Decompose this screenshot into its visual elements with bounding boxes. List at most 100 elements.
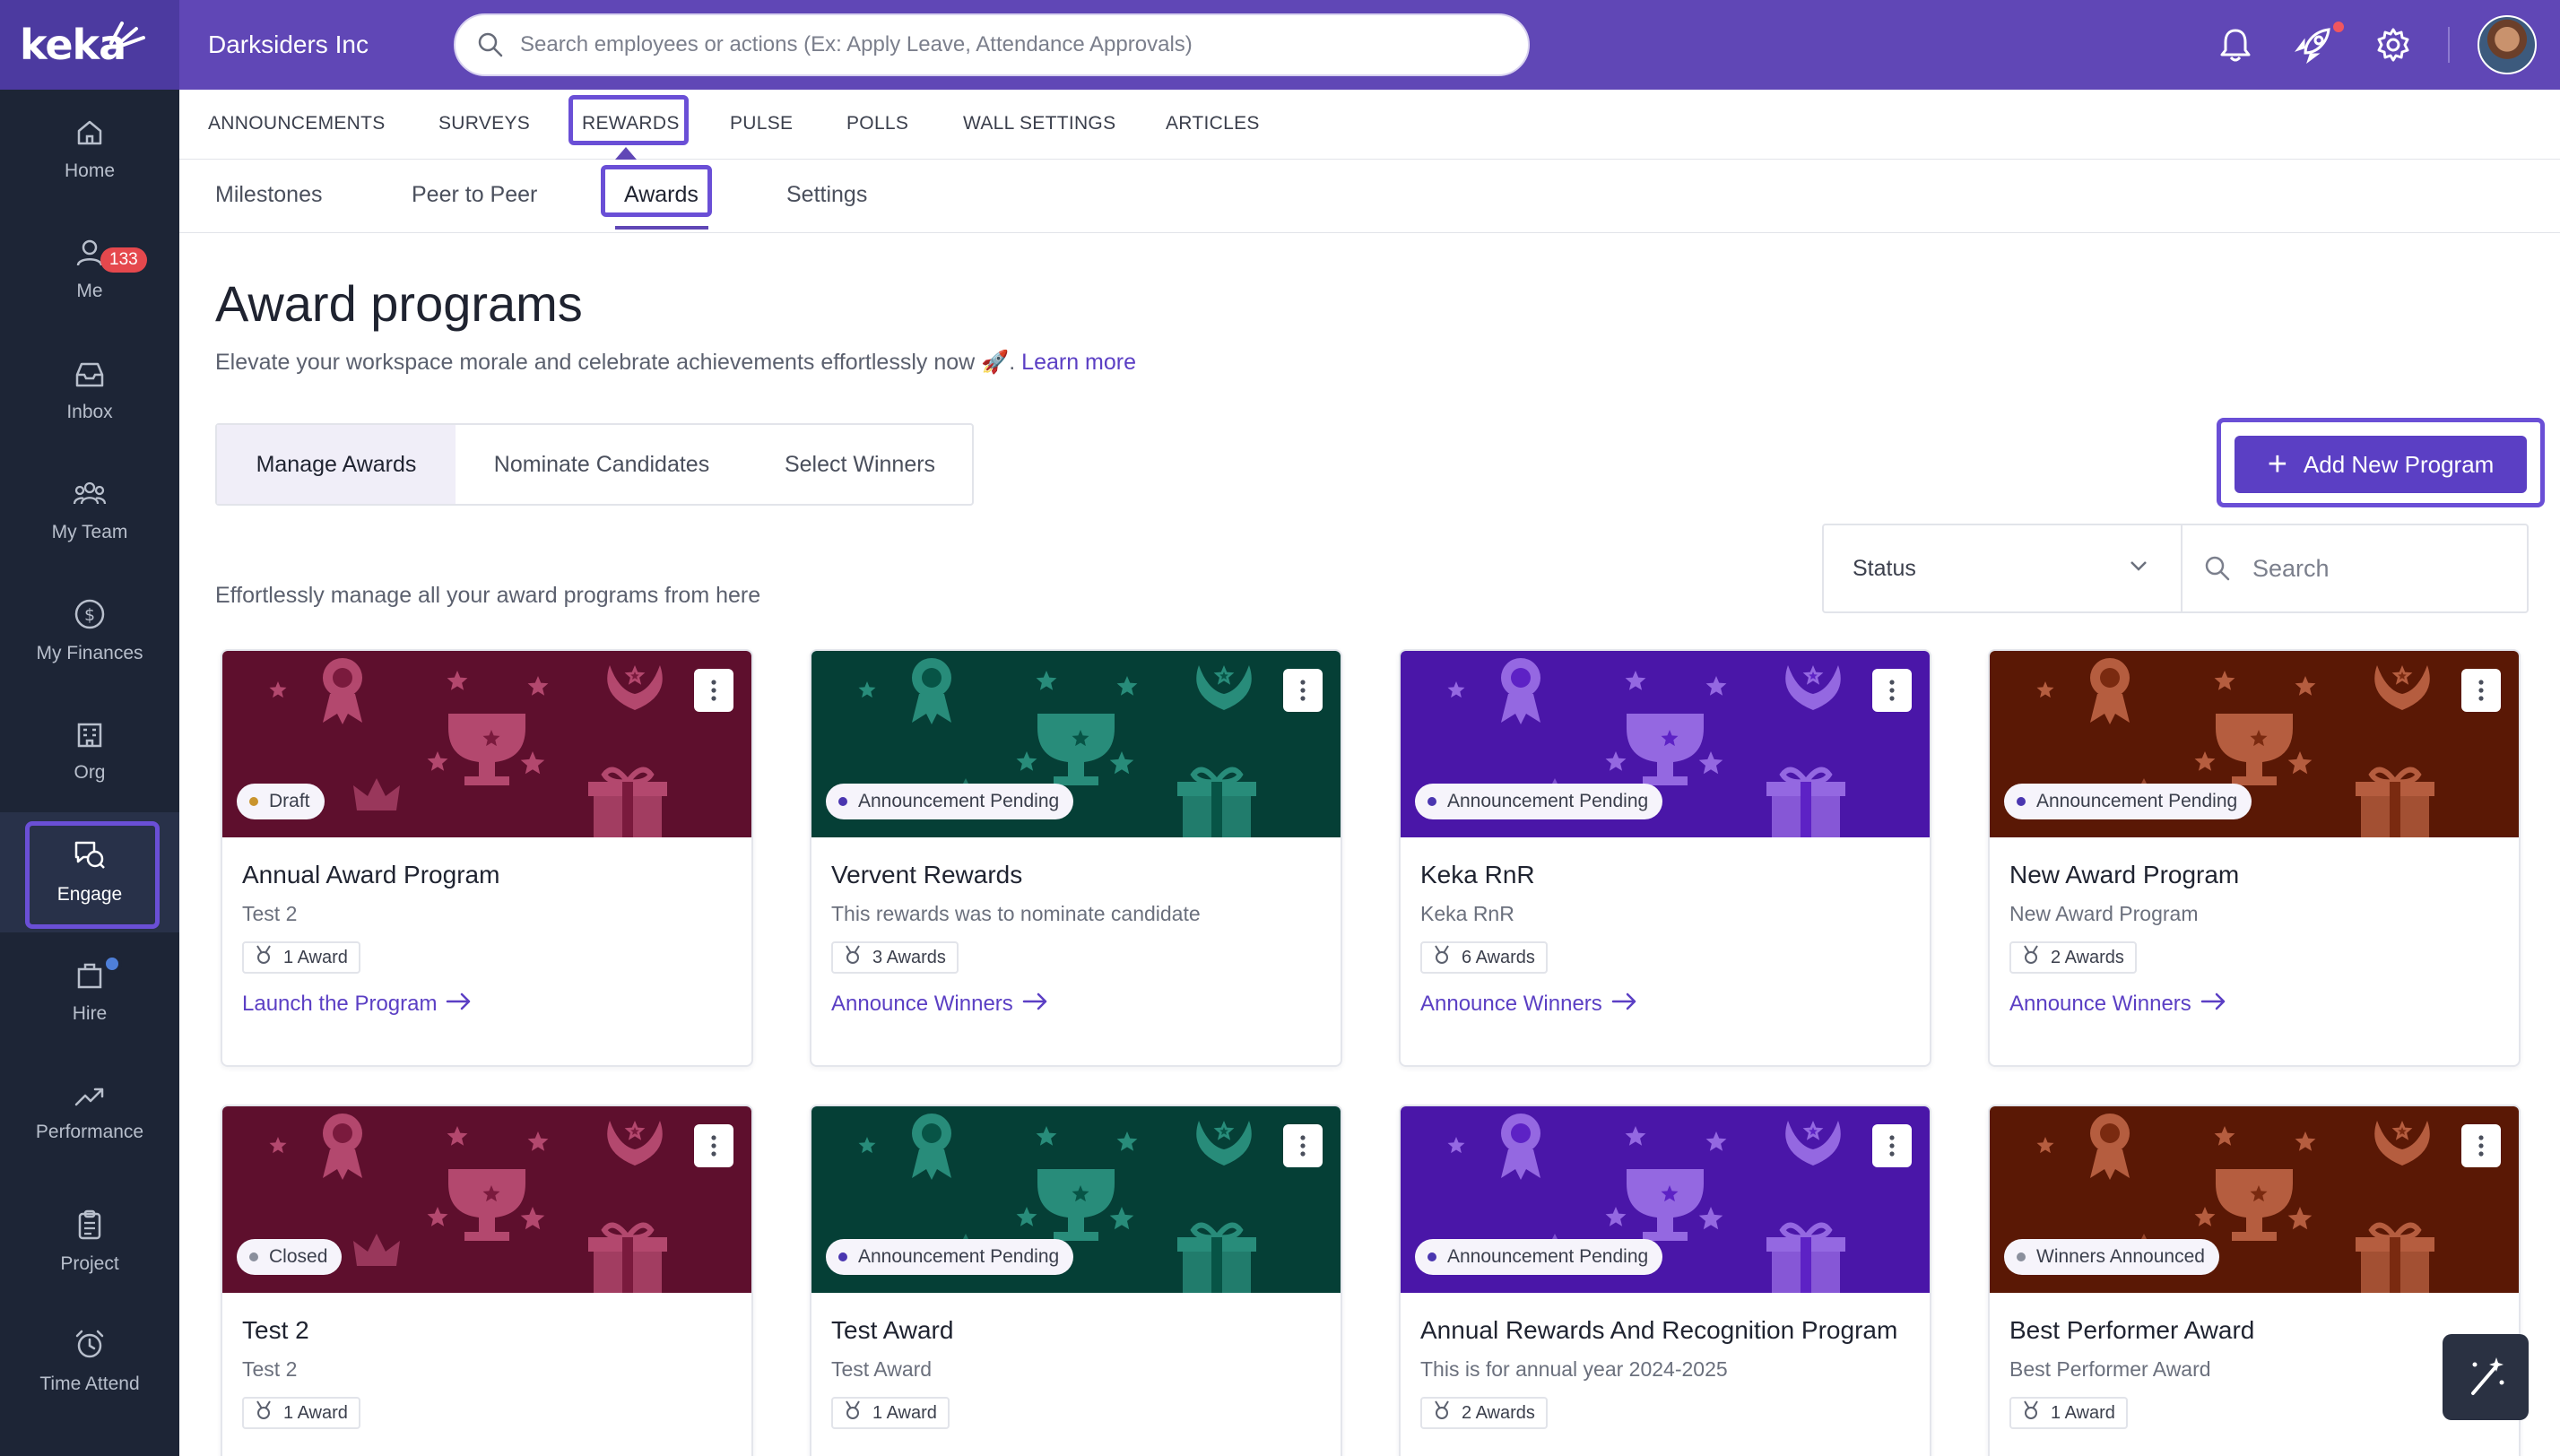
sidebar-item-label: Me xyxy=(76,281,103,301)
global-search-input[interactable]: Search employees or actions (Ex: Apply L… xyxy=(454,13,1530,76)
card-action-link[interactable]: Announce Winners xyxy=(831,992,1049,1017)
status-dot xyxy=(2017,1252,2026,1261)
tab-polls[interactable]: POLLS xyxy=(846,113,908,134)
status-badge: Winners Announced xyxy=(2004,1239,2219,1275)
award-program-card[interactable]: Announcement Pending Vervent Rewards This … xyxy=(810,649,1342,1067)
sidebar-item-label: Inbox xyxy=(66,402,113,422)
page-title: Award programs xyxy=(215,275,583,332)
engage-highlight xyxy=(25,821,160,929)
sidebar-item-hire[interactable]: Hire xyxy=(0,932,179,1053)
card-menu-kebab-icon[interactable] xyxy=(1283,1124,1323,1167)
card-action-link[interactable]: Announce Winners xyxy=(1420,992,1638,1017)
award-count-chip: 6 Awards xyxy=(1420,941,1548,974)
card-action-link[interactable]: Announce Winners xyxy=(2009,992,2227,1017)
card-menu-kebab-icon[interactable] xyxy=(2461,669,2501,712)
ai-assistant-button[interactable] xyxy=(2443,1334,2529,1420)
manage-note: Effortlessly manage all your award progr… xyxy=(215,583,761,608)
card-menu-kebab-icon[interactable] xyxy=(1872,669,1912,712)
sidebar-item-project[interactable]: Project xyxy=(0,1182,179,1302)
award-count-chip: 3 Awards xyxy=(831,941,959,974)
add-new-program-button[interactable]: + Add New Program xyxy=(2235,436,2527,493)
award-count: 1 Award xyxy=(283,1402,348,1423)
program-search-input[interactable]: Search xyxy=(2184,525,2527,611)
segment-select-winners[interactable]: Select Winners xyxy=(748,425,972,504)
card-title: Best Performer Award xyxy=(2009,1316,2255,1344)
sidebar-item-label: Hire xyxy=(72,1003,108,1024)
briefcase-icon xyxy=(77,963,102,989)
award-program-card[interactable]: Announcement Pending Keka RnR Keka RnR 6 Aw… xyxy=(1399,649,1931,1067)
clipboard-icon xyxy=(78,1209,101,1240)
chevron-down-icon xyxy=(2130,561,2147,571)
award-program-card[interactable]: Announcement Pending New Award Program New… xyxy=(1988,649,2521,1067)
tab-announcements[interactable]: ANNOUNCEMENTS xyxy=(208,113,386,134)
tab-surveys[interactable]: SURVEYS xyxy=(438,113,530,134)
arrow-right-icon xyxy=(1022,992,1049,1017)
sidebar-item-me[interactable]: Me xyxy=(0,210,179,330)
status-filter-label: Status xyxy=(1853,555,1916,581)
card-menu-kebab-icon[interactable] xyxy=(694,669,733,712)
medal-icon xyxy=(844,1400,862,1426)
sidebar-item-org[interactable]: Org xyxy=(0,691,179,811)
sidebar-item-performance[interactable]: Performance xyxy=(0,1053,179,1173)
sidebar-item-label: My Finances xyxy=(36,643,143,663)
inbox-count-badge: 133 xyxy=(100,247,147,273)
hire-status-dot xyxy=(102,954,122,974)
segment-nominate-candidates[interactable]: Nominate Candidates xyxy=(456,425,748,504)
tab-wall-settings[interactable]: WALL SETTINGS xyxy=(963,113,1115,134)
award-program-card[interactable]: Winners Announced Best Performer Award Bes… xyxy=(1988,1105,2521,1456)
card-description: Keka RnR xyxy=(1420,902,1514,925)
sidebar-item-my-team[interactable]: My Team xyxy=(0,451,179,571)
status-label: Announcement Pending xyxy=(858,1246,1060,1267)
plus-icon: + xyxy=(2267,445,2287,483)
awards-subtab-underline xyxy=(615,226,708,230)
card-action-link[interactable]: Launch the Program xyxy=(242,992,473,1017)
tab-articles[interactable]: ARTICLES xyxy=(1166,113,1260,134)
notifications-icon[interactable] xyxy=(2214,23,2257,66)
award-count-chip: 2 Awards xyxy=(2009,941,2137,974)
rewards-tab-highlight xyxy=(568,95,689,145)
status-badge: Announcement Pending xyxy=(826,784,1074,819)
subtab-settings[interactable]: Settings xyxy=(786,182,867,208)
award-count-chip: 1 Award xyxy=(831,1397,950,1429)
card-title: Test 2 xyxy=(242,1316,309,1344)
top-bar: keka Darksiders Inc Search employees or … xyxy=(0,0,2560,90)
status-badge: Announcement Pending xyxy=(1415,784,1663,819)
status-filter-select[interactable]: Status xyxy=(1824,525,2183,611)
award-program-card[interactable]: Announcement Pending Annual Rewards And R… xyxy=(1399,1105,1931,1456)
logo[interactable]: keka xyxy=(0,0,179,90)
search-icon xyxy=(2205,556,2230,581)
subtab-milestones[interactable]: Milestones xyxy=(215,182,323,208)
learn-more-link[interactable]: Learn more xyxy=(1021,350,1136,375)
settings-gear-icon[interactable] xyxy=(2372,23,2415,66)
medal-icon xyxy=(2022,1400,2040,1426)
user-avatar[interactable] xyxy=(2478,15,2537,74)
card-menu-kebab-icon[interactable] xyxy=(2461,1124,2501,1167)
building-icon xyxy=(77,723,102,748)
card-menu-kebab-icon[interactable] xyxy=(694,1124,733,1167)
engage-tabs: ANNOUNCEMENTS SURVEYS REWARDS PULSE POLL… xyxy=(179,90,2560,160)
card-action-label: Announce Winners xyxy=(1420,992,1602,1016)
sidebar-item-time-attend[interactable]: Time Attend xyxy=(0,1302,179,1422)
award-program-card[interactable]: Closed Test 2 Test 2 1 Award xyxy=(221,1105,753,1456)
medal-icon xyxy=(1433,1400,1451,1426)
awards-subtab-highlight xyxy=(601,165,712,217)
award-program-card[interactable]: Draft Annual Award Program Test 2 1 Award La… xyxy=(221,649,753,1067)
sidebar-item-engage[interactable]: Engage xyxy=(0,812,179,932)
award-program-card[interactable]: Announcement Pending Test Award Test Award… xyxy=(810,1105,1342,1456)
home-icon xyxy=(77,120,102,145)
subtab-peer-to-peer[interactable]: Peer to Peer xyxy=(412,182,537,208)
tab-pulse[interactable]: PULSE xyxy=(730,113,793,134)
status-dot xyxy=(838,1252,847,1261)
card-title: Annual Award Program xyxy=(242,861,500,888)
sidebar-item-inbox[interactable]: Inbox xyxy=(0,331,179,451)
card-title: Test Award xyxy=(831,1316,954,1344)
sidebar-item-my-finances[interactable]: $ My Finances xyxy=(0,571,179,691)
medal-icon xyxy=(255,945,273,970)
sidebar-item-home[interactable]: Home xyxy=(0,90,179,210)
card-menu-kebab-icon[interactable] xyxy=(1283,669,1323,712)
status-dot xyxy=(249,1252,258,1261)
rocket-icon[interactable] xyxy=(2292,23,2335,66)
card-action-label: Launch the Program xyxy=(242,992,438,1016)
card-menu-kebab-icon[interactable] xyxy=(1872,1124,1912,1167)
segment-manage-awards[interactable]: Manage Awards xyxy=(217,425,456,504)
